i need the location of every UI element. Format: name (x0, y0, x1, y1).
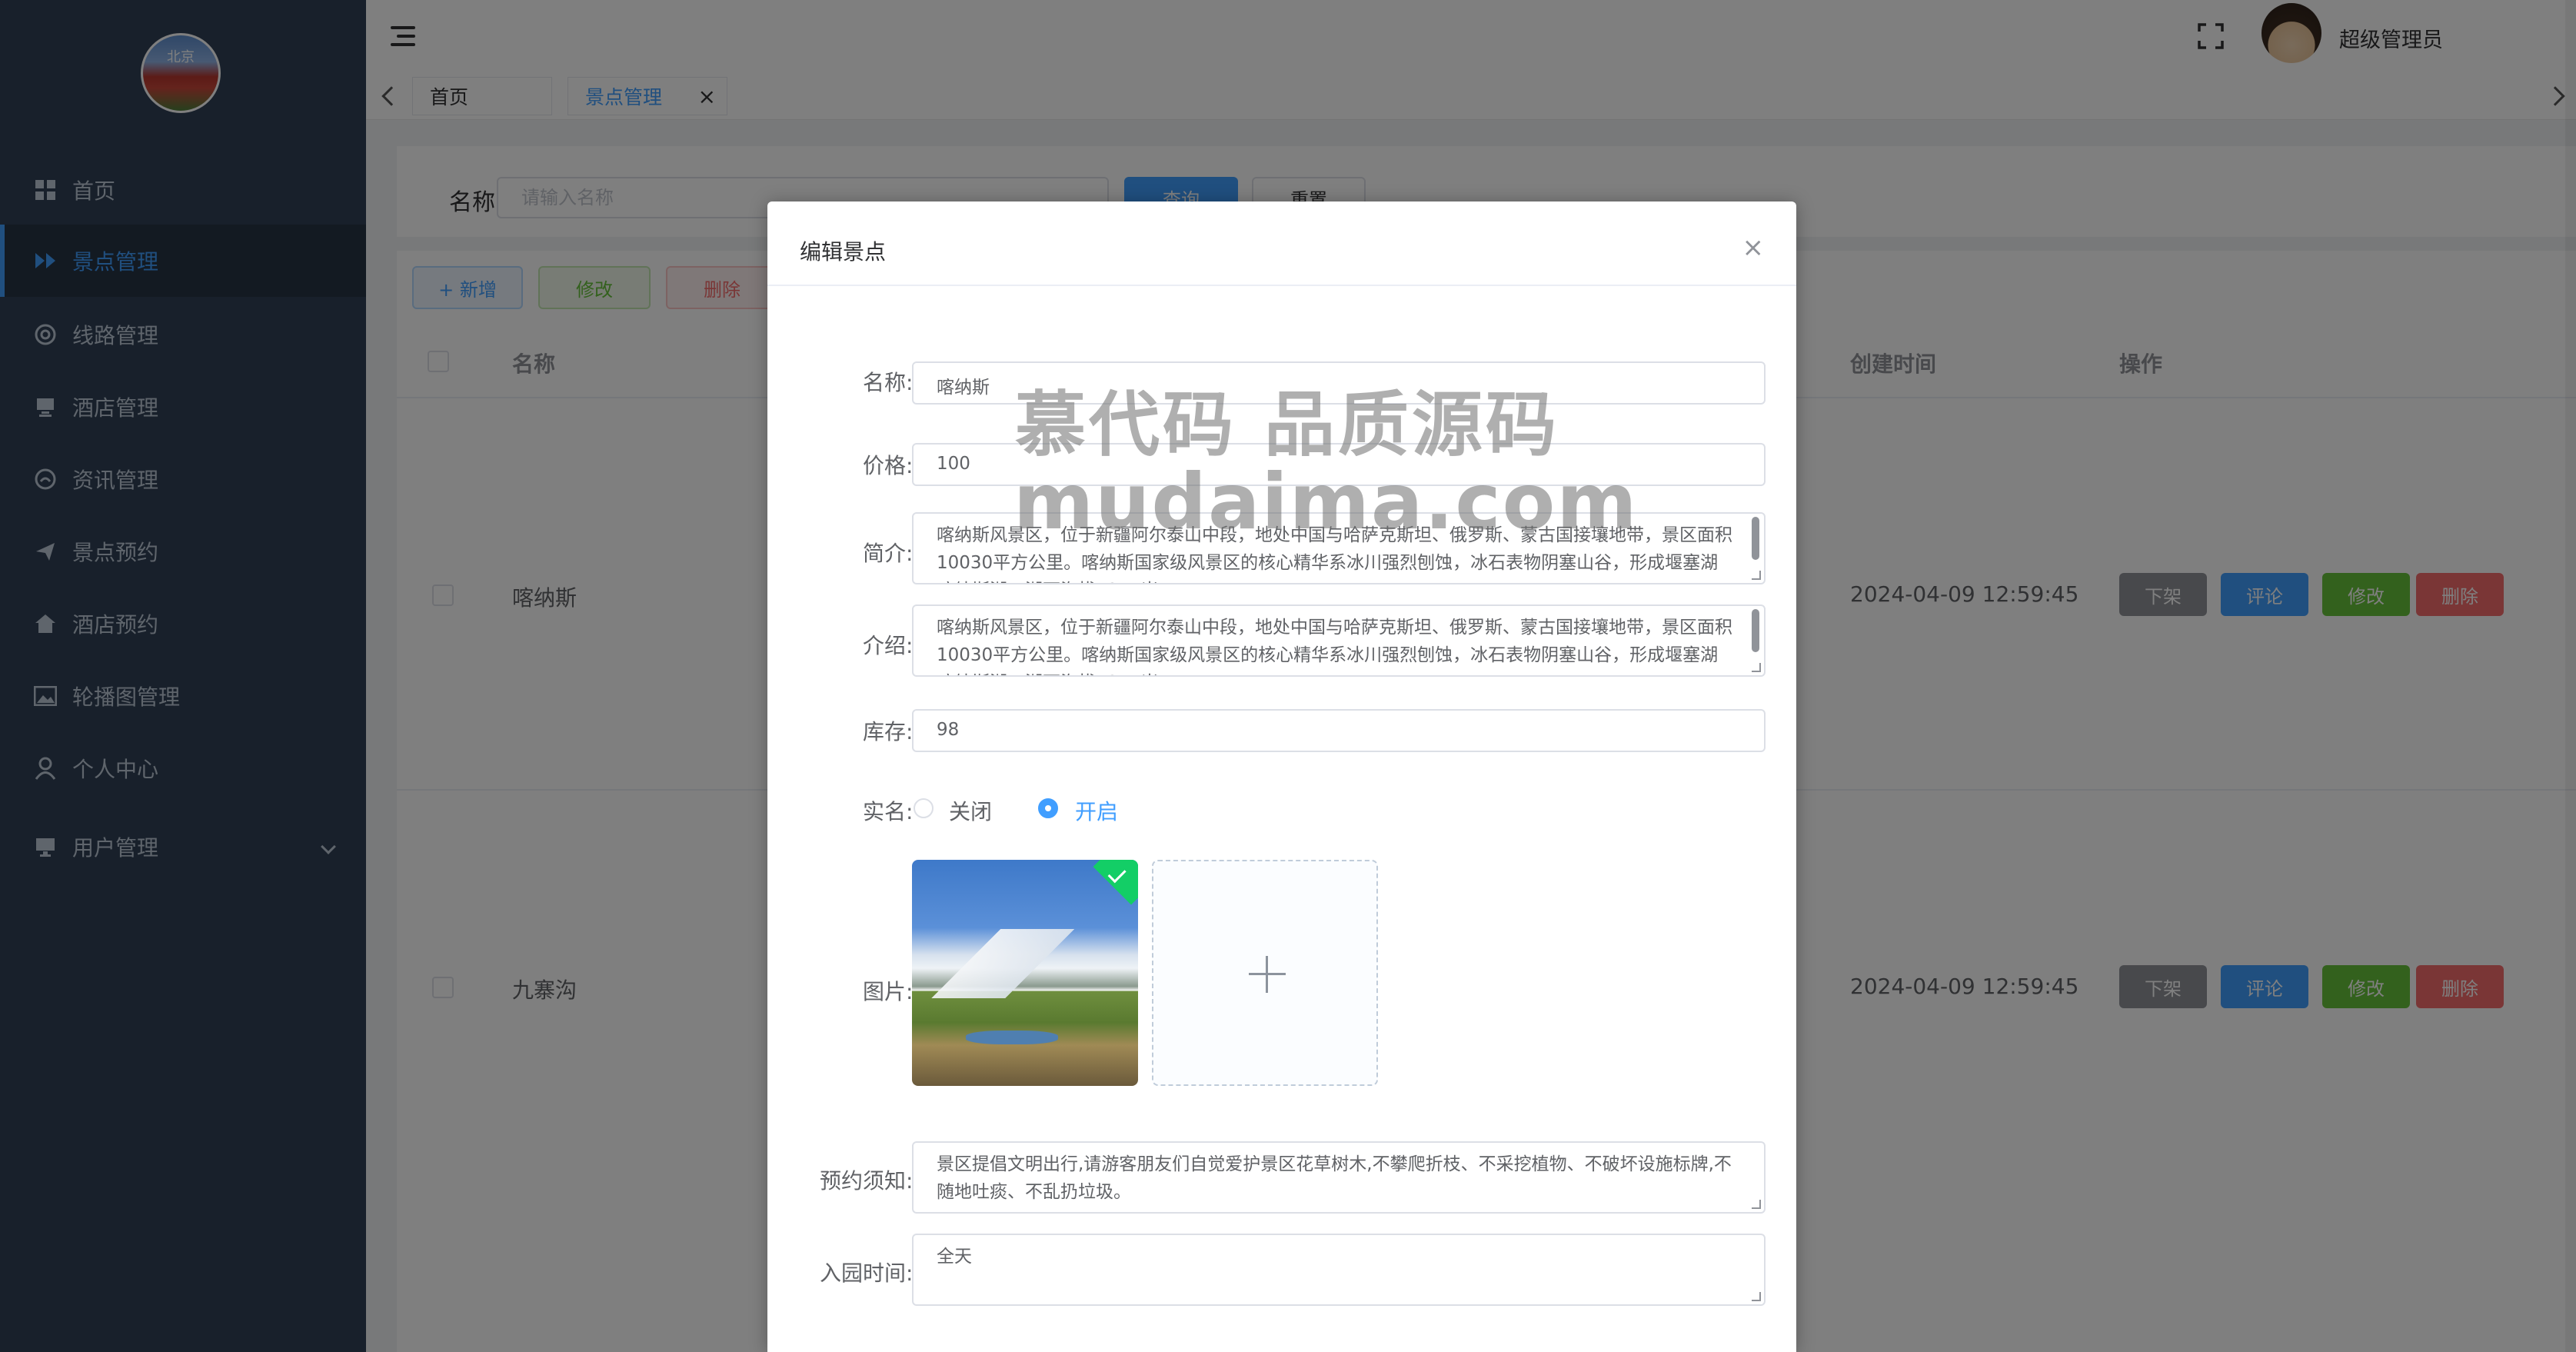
notice-value: 景区提倡文明出行,请游客朋友们自觉爱护景区花草树木,不攀爬折枝、不采挖植物、不破… (937, 1154, 1732, 1202)
dialog-title: 编辑景点 (800, 239, 887, 265)
notice-textarea[interactable]: 景区提倡文明出行,请游客朋友们自觉爱护景区花草树木,不攀爬折枝、不采挖植物、不破… (912, 1141, 1766, 1214)
resize-handle[interactable] (1752, 1292, 1761, 1301)
realname-off-label[interactable]: 关闭 (949, 795, 992, 826)
opening-value: 全天 (937, 1247, 972, 1267)
uploaded-image[interactable] (912, 860, 1138, 1086)
intro-label: 介绍: (863, 633, 914, 658)
upload-success-icon (1093, 860, 1138, 905)
price-label: 价格: (863, 453, 914, 478)
textarea-scrollbar[interactable] (1752, 609, 1759, 652)
resize-handle[interactable] (1752, 1200, 1761, 1209)
summary-label: 简介: (863, 541, 914, 566)
realname-label: 实名: (863, 799, 914, 824)
name-value: 喀纳斯 (937, 378, 990, 398)
watermark-line2: mudaima.com (1013, 457, 1639, 547)
page-scrollbar[interactable] (2565, 0, 2576, 1352)
price-value: 100 (937, 454, 970, 474)
intro-value: 喀纳斯风景区，位于新疆阿尔泰山中段，地处中国与哈萨克斯坦、俄罗斯、蒙古国接壤地带… (937, 618, 1732, 675)
intro-textarea[interactable]: 喀纳斯风景区，位于新疆阿尔泰山中段，地处中国与哈萨克斯坦、俄罗斯、蒙古国接壤地带… (912, 604, 1766, 677)
close-icon[interactable]: × (1742, 232, 1765, 263)
resize-handle[interactable] (1752, 571, 1761, 580)
stock-label: 库存: (863, 719, 914, 744)
mountain-shape (912, 929, 1138, 998)
watermark-line1: 慕代码 品质源码 (1015, 384, 1560, 466)
realname-on-label[interactable]: 开启 (1075, 795, 1118, 826)
stock-input[interactable]: 98 (912, 709, 1766, 752)
textarea-scrollbar[interactable] (1752, 517, 1759, 560)
image-label: 图片: (863, 979, 914, 1004)
realname-on-radio[interactable] (1038, 798, 1058, 818)
lake-shape (966, 1031, 1058, 1044)
opening-label: 入园时间: (820, 1260, 914, 1286)
stock-value: 98 (937, 720, 960, 740)
name-label: 名称: (863, 370, 914, 395)
resize-handle[interactable] (1752, 663, 1761, 672)
notice-label: 预约须知: (820, 1168, 914, 1194)
realname-off-radio[interactable] (914, 798, 934, 818)
dialog-divider (767, 285, 1796, 286)
upload-button[interactable] (1152, 860, 1378, 1086)
plus-icon (1266, 956, 1268, 993)
opening-textarea[interactable]: 全天 (912, 1234, 1766, 1306)
